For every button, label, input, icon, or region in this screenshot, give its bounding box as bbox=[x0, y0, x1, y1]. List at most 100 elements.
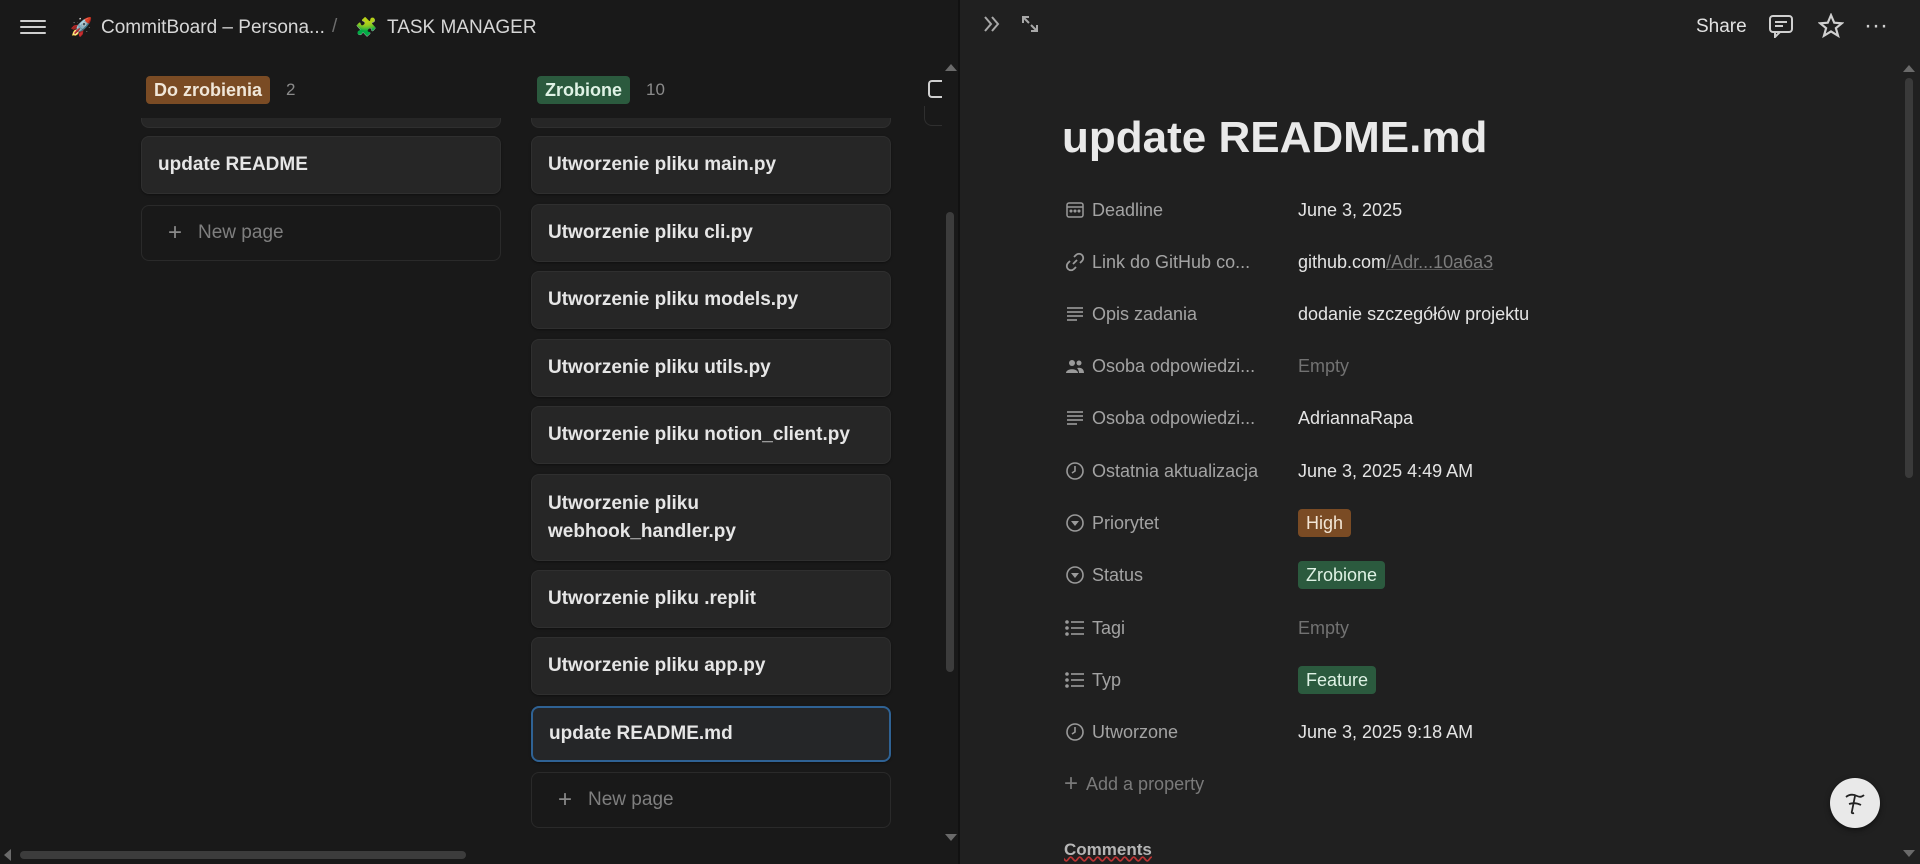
scrollbar-thumb[interactable] bbox=[1905, 78, 1913, 478]
text-icon bbox=[1064, 407, 1086, 429]
new-page-label: New page bbox=[198, 222, 284, 243]
property-value[interactable]: June 3, 2025 bbox=[1298, 200, 1402, 221]
property-name: Link do GitHub co... bbox=[1092, 251, 1251, 272]
property-name: Tagi bbox=[1092, 617, 1126, 638]
link-path[interactable]: /Adr...10a6a3 bbox=[1386, 252, 1493, 272]
help-icon[interactable] bbox=[1830, 778, 1880, 828]
property-value[interactable]: Empty bbox=[1298, 356, 1349, 377]
property-row[interactable]: Status Zrobione bbox=[1064, 557, 1864, 593]
property-row[interactable]: Link do GitHub co... github.com/Adr...10… bbox=[1064, 244, 1864, 280]
add-property-button[interactable]: + Add a property bbox=[1064, 770, 1204, 798]
breadcrumb-page[interactable]: TASK MANAGER bbox=[387, 16, 537, 40]
scroll-down-icon[interactable] bbox=[945, 834, 957, 841]
board-card[interactable]: Utworzenie pliku models.py bbox=[531, 271, 891, 329]
board-card[interactable]: Utworzenie pliku utils.py bbox=[531, 339, 891, 397]
board-card[interactable]: Utworzenie pliku app.py bbox=[531, 637, 891, 695]
card-partial bbox=[141, 118, 501, 128]
column-count: 10 bbox=[646, 80, 665, 99]
more-icon[interactable]: ··· bbox=[1864, 12, 1888, 40]
scroll-up-icon[interactable] bbox=[945, 64, 957, 71]
scroll-up-icon[interactable] bbox=[1903, 65, 1915, 72]
property-name: Status bbox=[1092, 564, 1144, 585]
peek-vertical-scrollbar[interactable] bbox=[1902, 60, 1916, 864]
people-icon bbox=[1064, 355, 1086, 377]
property-name: Ostatnia aktualizacja bbox=[1092, 460, 1259, 481]
board-card[interactable]: Utworzenie pliku webhook_handler.py bbox=[531, 474, 891, 561]
property-value[interactable]: dodanie szczegółów projektu bbox=[1298, 304, 1529, 325]
comments-heading: Comments bbox=[1064, 840, 1152, 859]
card-partial bbox=[531, 118, 891, 128]
select-icon bbox=[1064, 512, 1086, 534]
board-panel: 🚀 CommitBoard – Persona... / 🧩 TASK MANA… bbox=[0, 0, 958, 864]
board-vertical-scrollbar[interactable] bbox=[942, 64, 957, 844]
property-row[interactable]: Utworzone June 3, 2025 9:18 AM bbox=[1064, 714, 1864, 750]
property-row[interactable]: Ostatnia aktualizacja June 3, 2025 4:49 … bbox=[1064, 453, 1864, 489]
board-card[interactable]: Utworzenie pliku .replit bbox=[531, 570, 891, 628]
plus-icon: + bbox=[168, 219, 183, 246]
breadcrumb-separator: / bbox=[332, 16, 338, 37]
property-value[interactable]: June 3, 2025 9:18 AM bbox=[1298, 722, 1473, 743]
scrollbar-thumb[interactable] bbox=[20, 851, 466, 859]
comment-icon[interactable] bbox=[1768, 14, 1794, 44]
status-tag: Zrobione bbox=[1298, 561, 1386, 589]
property-name: Deadline bbox=[1092, 199, 1164, 220]
property-value[interactable]: High bbox=[1298, 509, 1352, 537]
property-name: Osoba odpowiedzi... bbox=[1092, 355, 1256, 376]
scroll-down-icon[interactable] bbox=[1903, 850, 1915, 857]
text-icon bbox=[1064, 303, 1086, 325]
menu-icon[interactable] bbox=[20, 16, 46, 38]
card-partial bbox=[924, 106, 942, 126]
status-tag: Do zrobienia bbox=[146, 76, 271, 104]
property-row[interactable]: Priorytet High bbox=[1064, 505, 1864, 541]
page-title[interactable]: update README.md bbox=[1062, 110, 1487, 166]
type-tag: Feature bbox=[1298, 666, 1377, 694]
property-value[interactable]: Empty bbox=[1298, 618, 1349, 639]
calendar-icon bbox=[1064, 199, 1086, 221]
top-bar: 🚀 CommitBoard – Persona... / 🧩 TASK MANA… bbox=[0, 0, 958, 56]
share-button[interactable]: Share bbox=[1696, 16, 1747, 38]
column-count: 2 bbox=[286, 80, 296, 99]
peek-panel: Share ··· update README.md Deadline June… bbox=[960, 0, 1920, 864]
new-page-label: New page bbox=[588, 789, 674, 810]
priority-tag: High bbox=[1298, 509, 1352, 537]
board-card[interactable]: Utworzenie pliku main.py bbox=[531, 136, 891, 194]
scroll-left-icon[interactable] bbox=[4, 849, 11, 861]
property-row[interactable]: Deadline June 3, 2025 bbox=[1064, 192, 1864, 228]
new-page-button[interactable]: + New page bbox=[141, 205, 501, 261]
new-page-button[interactable]: + New page bbox=[531, 772, 891, 828]
property-value[interactable]: Zrobione bbox=[1298, 561, 1386, 589]
star-icon[interactable] bbox=[1817, 12, 1845, 45]
property-row[interactable]: Tagi Empty bbox=[1064, 610, 1864, 646]
property-row[interactable]: Typ Feature bbox=[1064, 662, 1864, 698]
property-value[interactable]: github.com/Adr...10a6a3 bbox=[1298, 252, 1493, 273]
property-value[interactable]: AdriannaRapa bbox=[1298, 408, 1413, 429]
board-horizontal-scrollbar[interactable] bbox=[0, 848, 958, 862]
property-value[interactable]: June 3, 2025 4:49 AM bbox=[1298, 461, 1473, 482]
board-card[interactable]: update README bbox=[141, 136, 501, 194]
breadcrumb-workspace[interactable]: CommitBoard – Persona... bbox=[101, 16, 325, 40]
board-card-selected[interactable]: update README.md bbox=[531, 706, 891, 762]
property-name: Utworzone bbox=[1092, 721, 1179, 742]
plus-icon: + bbox=[558, 786, 573, 813]
property-name: Osoba odpowiedzi... bbox=[1092, 407, 1256, 428]
property-row[interactable]: Osoba odpowiedzi... Empty bbox=[1064, 348, 1864, 384]
add-property-label: Add a property bbox=[1086, 773, 1205, 794]
board-card[interactable]: Utworzenie pliku cli.py bbox=[531, 204, 891, 262]
puzzle-icon: 🧩 bbox=[355, 17, 378, 37]
scrollbar-thumb[interactable] bbox=[946, 212, 954, 672]
property-row[interactable]: Osoba odpowiedzi... AdriannaRapa bbox=[1064, 400, 1864, 436]
column-header-todo: Do zrobienia 2 bbox=[146, 76, 295, 104]
property-name: Typ bbox=[1092, 669, 1122, 690]
property-row[interactable]: Opis zadania dodanie szczegółów projektu bbox=[1064, 296, 1864, 332]
link-domain[interactable]: github.com bbox=[1298, 252, 1386, 272]
board-card[interactable]: Utworzenie pliku notion_client.py bbox=[531, 406, 891, 464]
column-partial-icon bbox=[928, 80, 942, 98]
clock-icon bbox=[1064, 460, 1086, 482]
select-icon bbox=[1064, 564, 1086, 586]
property-value[interactable]: Feature bbox=[1298, 666, 1377, 694]
close-peek-icon[interactable] bbox=[980, 12, 1004, 42]
column-header-done: Zrobione 10 bbox=[537, 76, 665, 104]
app: 🚀 CommitBoard – Persona... / 🧩 TASK MANA… bbox=[0, 0, 1920, 864]
status-tag: Zrobione bbox=[537, 76, 630, 104]
expand-icon[interactable] bbox=[1020, 14, 1040, 40]
